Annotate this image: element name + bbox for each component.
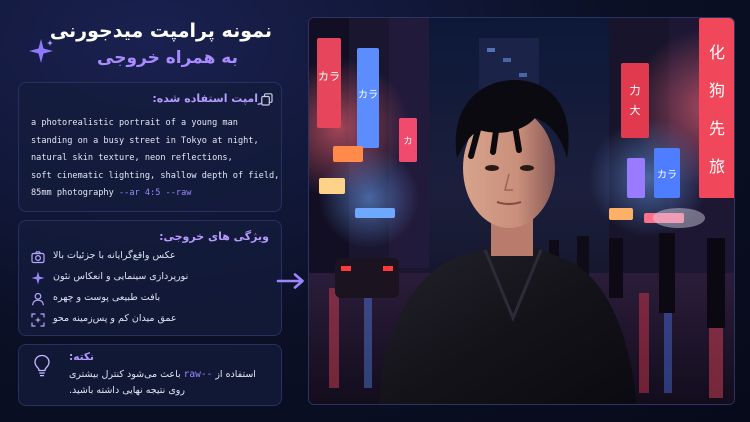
- camera-icon: [31, 251, 45, 264]
- page: نمونه پرامپت میدجورنی به همراه خروجی پرا…: [0, 0, 750, 422]
- person-icon: [32, 292, 44, 306]
- prompt-line: natural skin texture, neon reflections,: [31, 153, 233, 164]
- page-subtitle: به همراه خروجی: [97, 48, 238, 68]
- sparkle-icon: [31, 271, 45, 285]
- prompt-line-last: 85mm photography --ar 4:5 --raw: [31, 185, 275, 203]
- page-title: نمونه پرامپت میدجورنی: [49, 20, 272, 42]
- feature-item: نورپردازی سینمایی و انعکاس نئون: [31, 270, 273, 288]
- note-text: استفاده از: [215, 369, 256, 380]
- neon-sign-text: カラ: [318, 70, 340, 83]
- neon-sign-text: カラ: [358, 89, 378, 101]
- feature-label: بافت طبیعی پوست و چهره: [53, 292, 161, 303]
- feature-item: بافت طبیعی پوست و چهره: [31, 291, 273, 309]
- prompt-params: --ar 4:5 --raw: [118, 188, 192, 199]
- feature-label: عکس واقع‌گرایانه با جزئیات بالا: [53, 250, 176, 261]
- note-text: باعث می‌شود کنترل بیشتری: [69, 369, 181, 380]
- features-card: ویژگی های خروجی: عکس واقع‌گرایانه با جزئ…: [18, 220, 282, 336]
- neon-sign-text: カ: [403, 136, 412, 147]
- header: نمونه پرامپت میدجورنی به همراه خروجی: [18, 12, 290, 72]
- prompt-card: پرامپت استفاده شده: a photorealistic por…: [18, 82, 282, 212]
- neon-sign-text: 旅: [709, 157, 725, 176]
- note-line: روی نتیجه نهایی داشته باشید.: [69, 385, 185, 396]
- arrow-right-icon: [276, 273, 304, 289]
- prompt-line: soft cinematic lighting, shallow depth o…: [31, 170, 280, 181]
- features-heading: ویژگی های خروجی:: [159, 230, 269, 243]
- prompt-line: a photorealistic portrait of a young man: [31, 118, 238, 128]
- prompt-text: a photorealistic portrait of a young man…: [31, 115, 280, 203]
- photo-illustration: カラ カラ カ 力 大 化 狗 先 旅 カラ: [309, 18, 734, 404]
- prompt-line: 85mm photography: [31, 188, 114, 199]
- feature-label: عمق میدان کم و پس‌زمینه محو: [53, 313, 177, 324]
- note-card: نکته: استفاده از --raw باعث می‌شود کنترل…: [18, 344, 282, 406]
- output-photo: カラ カラ カ 力 大 化 狗 先 旅 カラ: [308, 17, 735, 405]
- note-code: --raw: [183, 369, 213, 380]
- neon-sign-text: カラ: [657, 169, 677, 181]
- note-title: نکته:: [69, 351, 94, 363]
- prompt-line: standing on a busy street in Tokyo at ni…: [31, 135, 259, 146]
- neon-sign-text: 狗: [709, 81, 725, 100]
- neon-sign-text: 大: [630, 103, 641, 117]
- copy-icon[interactable]: [261, 93, 273, 106]
- focus-icon: [31, 313, 45, 327]
- neon-sign-text: 先: [709, 119, 725, 138]
- feature-item: عمق میدان کم و پس‌زمینه محو: [31, 312, 273, 330]
- feature-item: عکس واقع‌گرایانه با جزئیات بالا: [31, 249, 273, 267]
- prompt-heading: پرامپت استفاده شده:: [152, 92, 269, 105]
- feature-label: نورپردازی سینمایی و انعکاس نئون: [53, 271, 189, 282]
- note-line: استفاده از --raw باعث می‌شود کنترل بیشتر…: [69, 369, 256, 380]
- neon-sign-text: 力: [630, 84, 641, 97]
- neon-sign-text: 化: [709, 43, 725, 62]
- lightbulb-icon: [34, 354, 50, 377]
